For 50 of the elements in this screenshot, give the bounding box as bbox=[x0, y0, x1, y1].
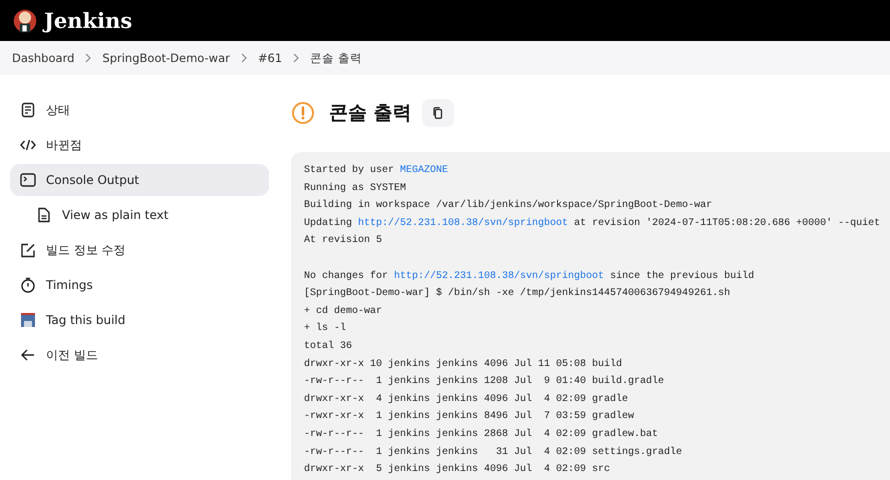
code-icon bbox=[20, 137, 36, 153]
breadcrumb-link[interactable]: SpringBoot-Demo-war bbox=[102, 51, 230, 65]
terminal-icon bbox=[20, 172, 36, 188]
breadcrumb-link[interactable]: 콘솔 출력 bbox=[310, 50, 362, 66]
console-line: drwxr-xr-x 4 jenkins jenkins 4096 Jul 4 02:09 gradle bbox=[304, 392, 630, 407]
sidebar-item[interactable]: Timings bbox=[10, 269, 269, 301]
page-title: 콘솔 출력 bbox=[329, 101, 412, 126]
chevron-icon bbox=[292, 53, 300, 63]
console-link[interactable]: http://52.231.108.38/svn/springboot bbox=[358, 218, 568, 229]
console-line: Building in workspace /var/lib/jenkins/workspace/SpringBoot-Demo-war bbox=[304, 198, 714, 214]
document-icon bbox=[20, 102, 36, 118]
sidebar-item[interactable]: 바뀐점 bbox=[10, 129, 269, 161]
sidebar-item[interactable]: 빌드 정보 수정 bbox=[10, 234, 269, 266]
sidebar-item[interactable]: 상태 bbox=[10, 94, 269, 126]
sidebar-item[interactable]: View as plain text bbox=[10, 199, 269, 231]
console-line: -rw-r--r-- 1 jenkins jenkins 1208 Jul 9 01:40 build.gradle bbox=[304, 374, 666, 390]
console-line: total 36 bbox=[304, 340, 354, 354]
console-line: -rw-r--r-- 1 jenkins jenkins 2868 Jul 4 02:09 gradlew.bat bbox=[304, 428, 660, 442]
sidebar-item[interactable]: Tag this build bbox=[10, 304, 269, 336]
warning-icon bbox=[291, 101, 315, 125]
left-arrow-icon bbox=[20, 347, 36, 363]
stopwatch-icon bbox=[20, 277, 36, 293]
butler-logo-icon bbox=[12, 8, 38, 34]
edit-icon bbox=[20, 242, 36, 258]
sidebar-item[interactable]: 이전 빌드 bbox=[10, 339, 269, 371]
console-line: [SpringBoot-Demo-war] $ /bin/sh -xe /tmp/jenkins14457400636794949261.sh bbox=[304, 286, 732, 302]
console-line: -rw-r--r-- 1 jenkins jenkins 31 Jul 4 02:09 settings.gradle bbox=[304, 446, 684, 460]
console-text: since the previous build bbox=[609, 270, 754, 282]
console-line: At revision 5 bbox=[304, 234, 384, 248]
copy-button[interactable] bbox=[422, 99, 454, 127]
chevron-icon bbox=[84, 53, 92, 63]
app-title[interactable]: Jenkins bbox=[44, 8, 132, 33]
breadcrumb-link[interactable]: #61 bbox=[258, 51, 282, 65]
breadcrumb-link[interactable]: Dashboard bbox=[12, 51, 74, 65]
console-line: + ls -l bbox=[304, 322, 348, 336]
chevron-icon bbox=[240, 53, 248, 63]
console-line: + cd demo-war bbox=[304, 304, 384, 319]
sidebar-item[interactable]: Console Output bbox=[10, 164, 269, 196]
console-text: Updating bbox=[304, 218, 354, 229]
console-line: drwxr-xr-x 10 jenkins jenkins 4096 Jul 11 05:08 build bbox=[304, 358, 624, 372]
copy-icon bbox=[430, 106, 445, 120]
console-line: Running as SYSTEM bbox=[304, 182, 408, 196]
console-line: -rwxr-xr-x 1 jenkins jenkins 8496 Jul 7 03:59 gradlew bbox=[304, 410, 636, 424]
console-text: No changes for bbox=[304, 270, 390, 282]
console-text: at revision '2024-07-11T05:08:20.686 +0000' --quiet bbox=[573, 218, 880, 229]
console-link[interactable]: MEGAZONE bbox=[400, 165, 448, 176]
file-icon bbox=[36, 207, 52, 223]
console-text: Started by user bbox=[304, 165, 396, 176]
console-link[interactable]: http://52.231.108.38/svn/springboot bbox=[394, 270, 604, 282]
console-line: drwxr-xr-x 5 jenkins jenkins 4096 Jul 4 02:09 src bbox=[304, 462, 612, 478]
